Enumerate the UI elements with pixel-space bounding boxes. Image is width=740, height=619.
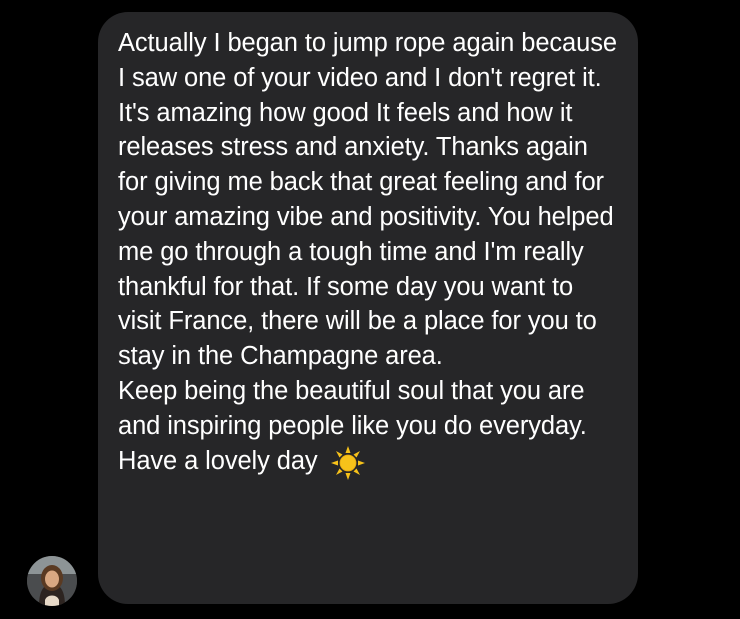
message-closing-text: Have a lovely day [118, 447, 318, 476]
message-paragraph-2: Keep being the beautiful soul that you a… [118, 376, 587, 440]
message-text: Actually I began to jump rope again beca… [118, 26, 618, 480]
message-closing-line: Have a lovely day [118, 444, 618, 480]
sun-emoji-icon [330, 445, 366, 481]
message-paragraph-1: Actually I began to jump rope again beca… [118, 29, 617, 371]
sender-avatar[interactable] [27, 556, 77, 606]
message-bubble[interactable]: Actually I began to jump rope again beca… [98, 12, 638, 604]
profile-photo-avatar-icon [27, 556, 77, 606]
